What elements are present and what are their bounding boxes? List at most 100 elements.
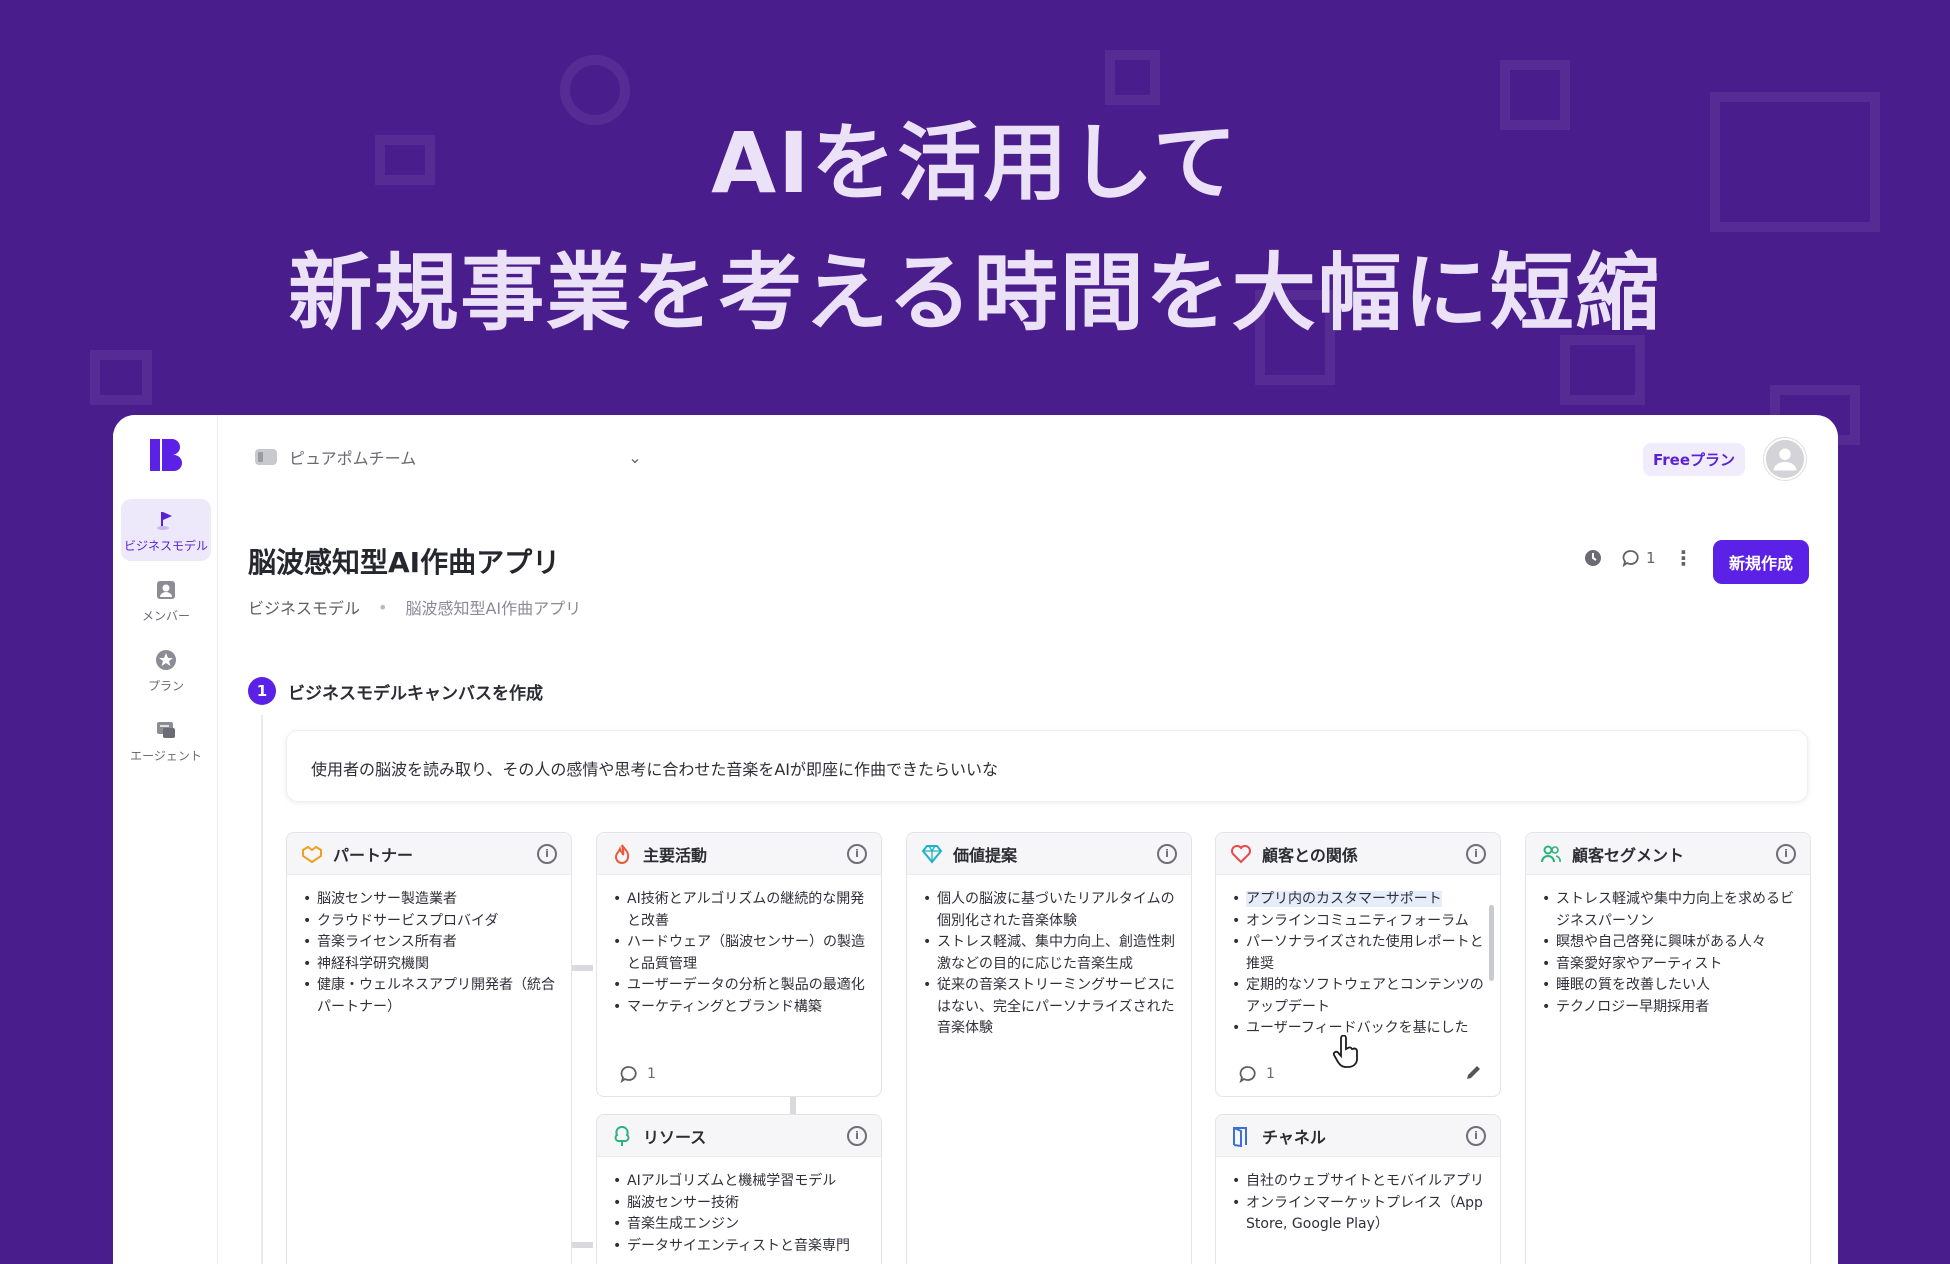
agent-icon	[157, 722, 175, 738]
card-title: 主要活動	[643, 845, 708, 865]
list-item: AIアルゴリズムと機械学習モデル	[611, 1171, 867, 1193]
tree-icon	[614, 1125, 630, 1146]
sidebar: ビジネスモデル メンバー プラン エージェント	[113, 415, 218, 1264]
list-item: 健康・ウェルネスアプリ開発者（統合パートナー）	[301, 975, 557, 1018]
heart-icon	[1231, 844, 1251, 863]
team-name: ピュアポムチーム	[289, 449, 417, 468]
breadcrumb-separator: •	[378, 597, 388, 617]
step-header: 1 ビジネスモデルキャンバスを作成	[248, 677, 543, 705]
list-item: データサイエンティストと音楽専門	[611, 1236, 867, 1258]
list-item: オンラインコミュニティフォーラム	[1230, 911, 1486, 933]
breadcrumb: ビジネスモデル • 脳波感知型AI作曲アプリ	[248, 595, 581, 619]
step-number: 1	[248, 677, 276, 705]
list-item: 脳波センサー技術	[611, 1193, 867, 1215]
card-list: アプリ内のカスタマーサポート オンラインコミュニティフォーラム パーソナライズさ…	[1216, 875, 1500, 1040]
canvas-card-value-proposition[interactable]: 価値提案 i 個人の脳波に基づいたリアルタイムの個別化された音楽体験 ストレス軽…	[906, 832, 1192, 1264]
comment-count: 1	[1266, 1066, 1275, 1082]
list-item: ユーザーデータの分析と製品の最適化	[611, 975, 867, 997]
sidebar-item-label: ビジネスモデル	[123, 539, 208, 553]
card-header: チャネル i	[1216, 1115, 1500, 1157]
history-icon[interactable]	[1583, 548, 1603, 568]
list-item: 自社のウェブサイトとモバイルアプリ	[1230, 1171, 1486, 1193]
background-pattern	[90, 350, 152, 405]
info-icon[interactable]: i	[1466, 1125, 1486, 1146]
canvas-connector	[571, 1242, 593, 1248]
sidebar-item-label: プラン	[147, 679, 184, 693]
info-icon[interactable]: i	[847, 1125, 867, 1146]
card-header: 顧客との関係 i	[1216, 833, 1500, 875]
list-item: 瞑想や自己啓発に興味がある人々	[1540, 932, 1796, 954]
comment-icon	[1239, 1066, 1256, 1084]
step-connector-line	[261, 715, 263, 1264]
list-item: 音楽ライセンス所有者	[301, 932, 557, 954]
flag-icon	[157, 512, 172, 530]
sidebar-item-label: メンバー	[141, 609, 190, 623]
sidebar-item-business-model[interactable]: ビジネスモデル	[121, 499, 211, 561]
info-icon[interactable]: i	[537, 843, 557, 864]
star-icon	[156, 650, 176, 670]
card-header: 価値提案 i	[907, 833, 1191, 875]
card-list: 自社のウェブサイトとモバイルアプリ オンラインマーケットプレイス（App Sto…	[1216, 1157, 1500, 1236]
card-list: 脳波センサー製造業者 クラウドサービスプロバイダ 音楽ライセンス所有者 神経科学…	[287, 875, 571, 1018]
sidebar-item-members[interactable]: メンバー	[121, 569, 211, 631]
canvas-card-customer-segments[interactable]: 顧客セグメント i ストレス軽減や集中力向上を求めるビジネスパーソン 瞑想や自己…	[1525, 832, 1811, 1264]
step-label: ビジネスモデルキャンバスを作成	[288, 683, 543, 704]
new-create-button[interactable]: 新規作成	[1713, 540, 1809, 584]
highlighted-text: アプリ内のカスタマーサポート	[1246, 891, 1442, 907]
plan-badge[interactable]: Freeプラン	[1643, 443, 1746, 476]
diamond-icon	[921, 844, 943, 864]
card-header: 主要活動 i	[597, 833, 881, 875]
avatar[interactable]	[1763, 437, 1807, 481]
idea-prompt[interactable]: 使用者の脳波を読み取り、その人の感情や思考に合わせた音楽をAIが即座に作曲できた…	[286, 730, 1808, 802]
handshake-icon	[302, 845, 322, 863]
sidebar-item-plan[interactable]: プラン	[121, 639, 211, 701]
list-item: 定期的なソフトウェアとコンテンツのアップデート	[1230, 975, 1486, 1018]
pencil-icon[interactable]	[1464, 1062, 1484, 1082]
list-item: パーソナライズされた使用レポートと推奨	[1230, 932, 1486, 975]
info-icon[interactable]: i	[1466, 843, 1486, 864]
list-item: ストレス軽減、集中力向上、創造性刺激などの目的に応じた音楽生成	[921, 932, 1177, 975]
card-header: パートナー i	[287, 833, 571, 875]
info-icon[interactable]: i	[1157, 843, 1177, 864]
info-icon[interactable]: i	[1776, 843, 1796, 864]
card-list: ストレス軽減や集中力向上を求めるビジネスパーソン 瞑想や自己啓発に興味がある人々…	[1526, 875, 1810, 1018]
list-item: クラウドサービスプロバイダ	[301, 911, 557, 933]
comment-button[interactable]: 1	[1621, 548, 1656, 568]
app-logo	[150, 439, 182, 471]
card-title: 価値提案	[953, 845, 1018, 865]
list-item: ストレス軽減や集中力向上を求めるビジネスパーソン	[1540, 889, 1796, 932]
canvas-card-key-activities[interactable]: 主要活動 i AI技術とアルゴリズムの継続的な開発と改善 ハードウェア（脳波セン…	[596, 832, 882, 1097]
card-comment-button[interactable]: 1	[1238, 1064, 1275, 1084]
card-scrollbar[interactable]	[1489, 905, 1494, 981]
card-list: AI技術とアルゴリズムの継続的な開発と改善 ハードウェア（脳波センサー）の製造と…	[597, 875, 881, 1018]
sidebar-item-agent[interactable]: エージェント	[121, 709, 211, 771]
team-icon	[255, 449, 277, 465]
person-icon	[157, 581, 175, 599]
list-item: 従来の音楽ストリーミングサービスにはない、完全にパーソナライズされた音楽体験	[921, 975, 1177, 1040]
card-header: リソース i	[597, 1115, 881, 1157]
door-icon	[1233, 1126, 1247, 1147]
info-icon[interactable]: i	[847, 843, 867, 864]
team-selector[interactable]: ピュアポムチーム ⌄	[255, 445, 642, 469]
comment-icon	[620, 1066, 637, 1084]
canvas-card-resources[interactable]: リソース i AIアルゴリズムと機械学習モデル 脳波センサー技術 音楽生成エンジ…	[596, 1114, 882, 1264]
list-item: ハードウェア（脳波センサー）の製造と品質管理	[611, 932, 867, 975]
users-icon	[1541, 845, 1561, 862]
list-item: 個人の脳波に基づいたリアルタイムの個別化された音楽体験	[921, 889, 1177, 932]
canvas-card-partners[interactable]: パートナー i 脳波センサー製造業者 クラウドサービスプロバイダ 音楽ライセンス…	[286, 832, 572, 1264]
list-item: テクノロジー早期採用者	[1540, 997, 1796, 1019]
list-item: 睡眠の質を改善したい人	[1540, 975, 1796, 997]
list-item: アプリ内のカスタマーサポート	[1230, 889, 1486, 911]
card-title: リソース	[643, 1127, 707, 1147]
hero-title-line1: AIを活用して	[711, 114, 1239, 212]
list-item: オンラインマーケットプレイス（App Store, Google Play）	[1230, 1193, 1486, 1236]
more-icon[interactable]: ⋮	[1674, 546, 1694, 570]
breadcrumb-item[interactable]: ビジネスモデル	[248, 595, 360, 619]
list-item: 脳波センサー製造業者	[301, 889, 557, 911]
card-list: AIアルゴリズムと機械学習モデル 脳波センサー技術 音楽生成エンジン データサイ…	[597, 1157, 881, 1257]
card-title: チャネル	[1262, 1127, 1326, 1147]
card-title: 顧客との関係	[1262, 845, 1358, 865]
hero-title-line2: 新規事業を考える時間を大幅に短縮	[288, 244, 1662, 342]
canvas-card-channels[interactable]: チャネル i 自社のウェブサイトとモバイルアプリ オンラインマーケットプレイス（…	[1215, 1114, 1501, 1264]
card-comment-button[interactable]: 1	[619, 1064, 656, 1084]
